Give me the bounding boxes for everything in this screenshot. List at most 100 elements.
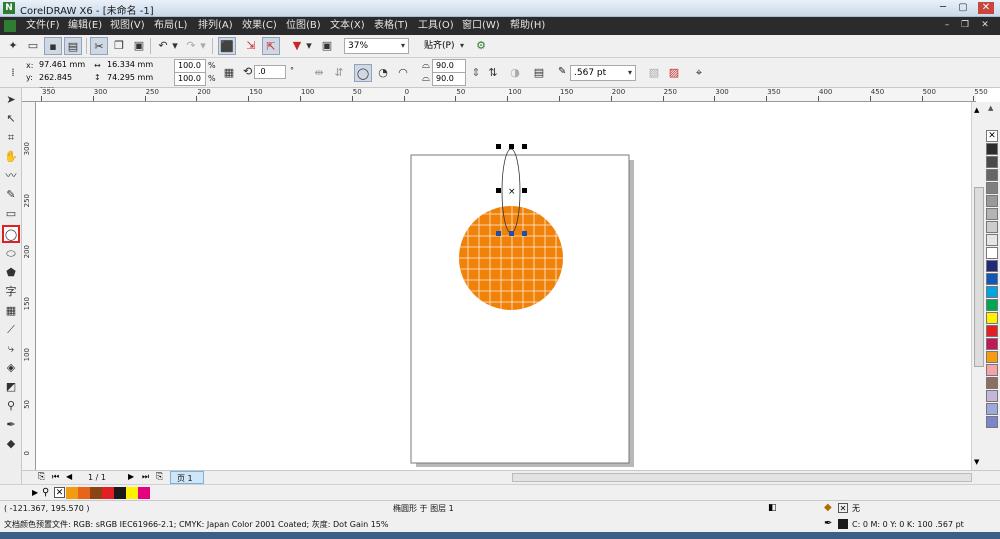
- palette-swatch[interactable]: [986, 182, 998, 194]
- doc-palette-swatch[interactable]: [66, 487, 78, 499]
- horizontal-scrollbar[interactable]: [512, 473, 972, 482]
- minimize-button[interactable]: ─: [935, 2, 951, 14]
- pick-tool-icon[interactable]: ➤: [3, 92, 19, 108]
- transparency-tool-icon[interactable]: ◩: [3, 379, 19, 395]
- palette-swatch[interactable]: [986, 156, 998, 168]
- menu-tools[interactable]: 工具(O): [416, 17, 456, 35]
- doc-palette-swatch[interactable]: [138, 487, 150, 499]
- eyedropper-icon[interactable]: ⚲: [42, 487, 49, 498]
- freehand-tool-icon[interactable]: 〰: [3, 168, 19, 184]
- vertical-scrollbar[interactable]: ▲ ▼: [971, 102, 985, 470]
- menu-view[interactable]: 视图(V): [108, 17, 147, 35]
- outline-width-dropdown[interactable]: .567 pt: [570, 65, 636, 81]
- add-page-icon[interactable]: ⎘: [38, 472, 45, 482]
- mirror-vertical-icon[interactable]: ⇵: [330, 64, 348, 82]
- scroll-up-icon[interactable]: ▲: [974, 106, 979, 114]
- shape-tool-icon[interactable]: ⌖: [690, 64, 708, 82]
- lock-ratio-icon[interactable]: ▦: [220, 64, 238, 82]
- palette-swatch[interactable]: [986, 247, 998, 259]
- pie-mode-icon[interactable]: ◔: [374, 64, 392, 82]
- palette-swatch[interactable]: [986, 299, 998, 311]
- no-color-swatch[interactable]: ✕: [54, 487, 65, 498]
- next-page-icon[interactable]: ▶: [128, 472, 134, 481]
- palette-menu-icon[interactable]: ▶: [32, 488, 38, 497]
- menu-arrange[interactable]: 排列(A): [196, 17, 235, 35]
- fill-tool-icon[interactable]: ◆: [3, 436, 19, 452]
- to-front-icon[interactable]: ▧: [645, 64, 663, 82]
- new-document-icon[interactable]: ✦: [4, 37, 22, 55]
- menu-layout[interactable]: 布局(L): [152, 17, 189, 35]
- mirror-horizontal-icon[interactable]: ⇹: [310, 64, 328, 82]
- vertical-scroll-thumb[interactable]: [974, 187, 984, 367]
- eyedropper-tool-icon[interactable]: ⚲: [3, 398, 19, 414]
- doc-palette-swatch[interactable]: [114, 487, 126, 499]
- palette-swatch[interactable]: [986, 221, 998, 233]
- start-angle-input[interactable]: 90.0: [432, 59, 466, 73]
- zoom-level-dropdown[interactable]: 37%: [344, 38, 409, 54]
- menu-text[interactable]: 文本(X): [328, 17, 367, 35]
- ellipse-tool-icon[interactable]: ◯: [2, 225, 20, 243]
- smart-fill-icon[interactable]: ✎: [3, 187, 19, 203]
- outline-tool-icon[interactable]: ✒: [3, 417, 19, 433]
- menu-bitmaps[interactable]: 位图(B): [284, 17, 323, 35]
- print-icon[interactable]: ▤: [64, 37, 82, 55]
- connector-tool-icon[interactable]: ⤷: [3, 341, 19, 357]
- menu-file[interactable]: 文件(F): [24, 17, 62, 35]
- menu-table[interactable]: 表格(T): [372, 17, 410, 35]
- basic-shapes-icon[interactable]: ⬟: [3, 265, 19, 281]
- options-icon[interactable]: ⚙: [472, 37, 490, 55]
- copy-icon[interactable]: ❐: [110, 37, 128, 55]
- doc-palette-swatch[interactable]: [90, 487, 102, 499]
- menu-help[interactable]: 帮助(H): [508, 17, 547, 35]
- menu-edit[interactable]: 编辑(E): [66, 17, 104, 35]
- object-origin-icon[interactable]: ⁞: [4, 64, 22, 82]
- paste-icon[interactable]: ▣: [130, 37, 148, 55]
- text-tool-icon[interactable]: 字: [3, 284, 19, 300]
- palette-swatch[interactable]: [986, 338, 998, 350]
- horizontal-ruler[interactable]: 350 300 250 200 150 100 50 0 50 100 150 200 250 300 35…: [22, 88, 988, 102]
- palette-swatch[interactable]: [986, 234, 998, 246]
- vertical-ruler[interactable]: 300 250 200 150 100 50 0: [22, 102, 36, 470]
- maximize-button[interactable]: ▢: [955, 2, 971, 14]
- pan-tool-icon[interactable]: ✋: [3, 149, 19, 165]
- change-direction-icon[interactable]: ⇅: [484, 64, 502, 82]
- table-tool-icon[interactable]: ▦: [3, 303, 19, 319]
- import-icon[interactable]: ⇲: [242, 37, 260, 55]
- palette-swatch[interactable]: [986, 195, 998, 207]
- polygon-tool-icon[interactable]: ⬭: [3, 246, 19, 262]
- palette-swatch[interactable]: [986, 364, 998, 376]
- to-back-icon[interactable]: ▨: [665, 64, 683, 82]
- cut-icon[interactable]: ✂: [90, 37, 108, 55]
- doc-palette-swatch[interactable]: [102, 487, 114, 499]
- shape-edit-icon[interactable]: ↖: [3, 111, 19, 127]
- close-button[interactable]: ✕: [978, 2, 994, 14]
- scale-width-input[interactable]: 100.0: [174, 59, 206, 73]
- doc-restore-button[interactable]: ❐: [958, 19, 972, 32]
- color-profile-info[interactable]: 文档颜色预置文件: RGB: sRGB IEC61966-2.1; CMYK: …: [4, 517, 388, 532]
- rotation-input[interactable]: .0: [254, 65, 286, 79]
- application-launcher-icon[interactable]: ▣: [318, 37, 336, 55]
- scroll-down-icon[interactable]: ▼: [974, 458, 979, 466]
- wrap-text-icon[interactable]: ▤: [530, 64, 548, 82]
- height-input[interactable]: 74.295 mm: [104, 72, 164, 86]
- dimension-tool-icon[interactable]: ⟋: [3, 322, 19, 338]
- convert-to-curves-icon[interactable]: ◑: [506, 64, 524, 82]
- palette-swatch[interactable]: [986, 403, 998, 415]
- doc-close-button[interactable]: ✕: [978, 19, 992, 32]
- ellipse-mode-icon[interactable]: ◯: [354, 64, 372, 82]
- doc-minimize-button[interactable]: –: [940, 19, 954, 32]
- palette-swatch[interactable]: [986, 273, 998, 285]
- x-position-input[interactable]: 97.461 mm: [36, 59, 90, 73]
- export-icon[interactable]: ⇱: [262, 37, 280, 55]
- end-angle-input[interactable]: 90.0: [432, 72, 466, 86]
- palette-swatch[interactable]: [986, 351, 998, 363]
- prev-page-icon[interactable]: ◀: [66, 472, 72, 481]
- menu-window[interactable]: 窗口(W): [460, 17, 502, 35]
- palette-swatch[interactable]: ✕: [986, 130, 998, 142]
- scale-height-input[interactable]: 100.0: [174, 72, 206, 86]
- snap-to-dropdown[interactable]: 贴齐(P): [420, 38, 468, 54]
- palette-swatch[interactable]: [986, 377, 998, 389]
- blend-tool-icon[interactable]: ◈: [3, 360, 19, 376]
- palette-swatch[interactable]: [986, 312, 998, 324]
- arc-mode-icon[interactable]: ◠: [394, 64, 412, 82]
